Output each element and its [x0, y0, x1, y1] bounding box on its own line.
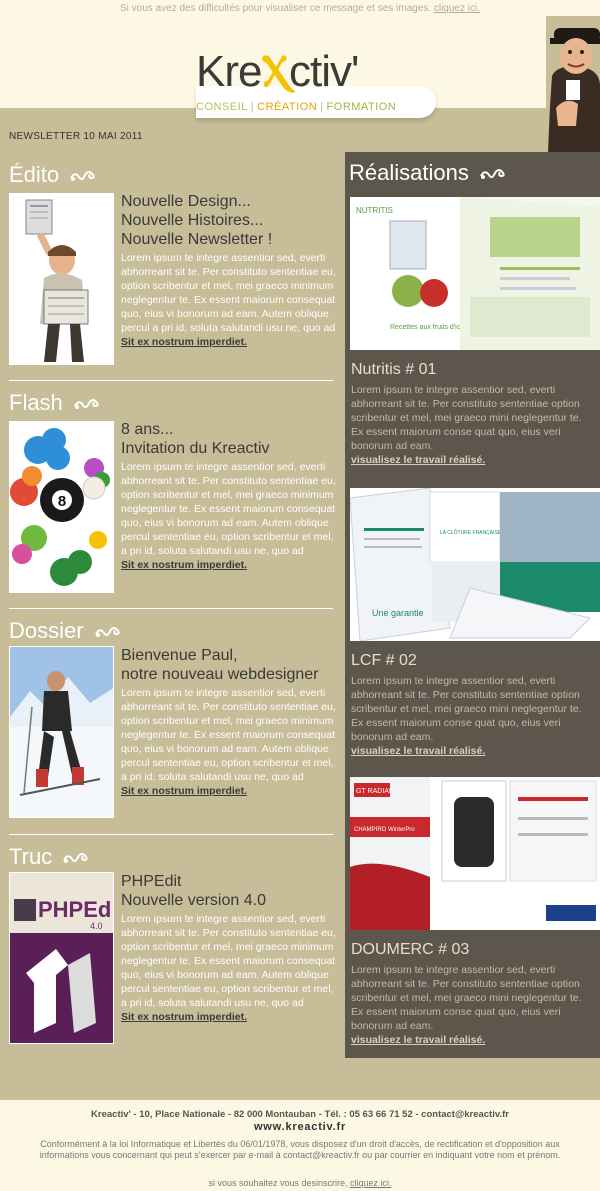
top-notice-text: Si vous avez des difficultés pour visual… [120, 3, 432, 14]
edito-thumbnail [9, 193, 114, 365]
section-title: Édito [9, 162, 99, 188]
section-title: Dossier [9, 618, 124, 644]
project-description: Lorem ipsum te integre assentior sed, ev… [351, 963, 595, 1047]
svg-text:CHAMPIRO WinterPro: CHAMPIRO WinterPro [354, 827, 415, 833]
project-image[interactable]: NUTRITIS Recettes aux fruits d'ici [350, 197, 600, 350]
edito-content: Nouvelle Design... Nouvelle Histoires...… [121, 192, 341, 349]
flash-headline-2: Invitation du Kreactiv [121, 440, 270, 457]
truc-read-more-link[interactable]: Sit ex nostrum imperdiet. [121, 1010, 341, 1024]
realisations-column: Réalisations NUTRITIS Recettes aux fruit… [345, 152, 600, 1058]
footer-legal-notice: Conformément à la loi Informatique et Li… [39, 1139, 561, 1160]
project-view-link[interactable]: visualisez le travail réalisé. [351, 744, 595, 758]
realisations-title: Réalisations [349, 160, 509, 186]
project-title: LCF # 02 [351, 652, 417, 669]
footer-unsubscribe: si vous souhaitez vous desinscrire, cliq… [208, 1178, 392, 1188]
project-view-link[interactable]: visualisez le travail réalisé. [351, 1033, 595, 1047]
project-view-link[interactable]: visualisez le travail réalisé. [351, 453, 595, 467]
flash-read-more-link[interactable]: Sit ex nostrum imperdiet. [121, 558, 341, 572]
svg-text:LA CLÔTURE FRANÇAISE: LA CLÔTURE FRANÇAISE [440, 529, 502, 536]
swirl-ornament-icon [70, 171, 95, 182]
svg-text:GT RADIAL: GT RADIAL [356, 788, 393, 795]
edito-headline-1: Nouvelle Design... [121, 193, 251, 210]
truc-headline-1: PHPEdit [121, 873, 182, 890]
footer-website-link[interactable]: www.kreactiv.fr [0, 1121, 600, 1133]
dossier-body: Lorem ipsum te integre assentior sed, ev… [121, 687, 336, 783]
edito-body: Lorem ipsum te integre assentior sed, ev… [121, 252, 336, 334]
mascot-illustration [546, 16, 600, 152]
swirl-ornament-icon [94, 627, 120, 638]
project-description: Lorem ipsum te integre assentior sed, ev… [351, 674, 595, 758]
truc-headline-2: Nouvelle version 4.0 [121, 892, 266, 909]
svg-text:NUTRITIS: NUTRITIS [356, 206, 393, 215]
edito-read-more-link[interactable]: Sit ex nostrum imperdiet. [121, 335, 341, 349]
section-divider [9, 608, 333, 609]
left-column: Édito Nouvelle Design... Nouvelle Histoi… [0, 152, 345, 1058]
svg-text:Recettes aux fruits d'ici: Recettes aux fruits d'ici [390, 324, 462, 331]
flash-thumbnail: 8 [9, 421, 114, 593]
footer-address: Kreactiv' - 10, Place Nationale - 82 000… [91, 1109, 509, 1120]
dossier-headline-2: notre nouveau webdesigner [121, 666, 319, 683]
edito-headline-2: Nouvelle Histoires... [121, 212, 264, 229]
section-title: Truc [9, 844, 92, 870]
project-title: DOUMERC # 03 [351, 941, 470, 958]
swirl-ornament-icon [74, 399, 99, 410]
project-title: Nutritis # 01 [351, 361, 437, 378]
main-content: Édito Nouvelle Design... Nouvelle Histoi… [0, 152, 600, 1058]
newsletter-date: NEWSLETTER 10 MAI 2011 [9, 131, 143, 142]
top-notice-link[interactable]: cliquez ici. [434, 3, 480, 14]
logo[interactable]: KreⲬctiv' CONSEIL | CRÉATION | FORMATION [196, 46, 436, 126]
truc-content: PHPEdit Nouvelle version 4.0 Lorem ipsum… [121, 872, 341, 1024]
section-divider [9, 380, 333, 381]
svg-text:Une garantie: Une garantie [372, 608, 424, 618]
dossier-thumbnail [9, 646, 114, 818]
footer-spacer [0, 1058, 600, 1100]
footer: Kreactiv' - 10, Place Nationale - 82 000… [0, 1100, 600, 1191]
project-image[interactable]: Une garantie LA CLÔTURE FRANÇAISE [350, 488, 600, 641]
dossier-read-more-link[interactable]: Sit ex nostrum imperdiet. [121, 784, 341, 798]
swirl-ornament-icon [63, 853, 88, 864]
phpedit-logo-text: PHPEd [38, 897, 111, 922]
swirl-ornament-icon [480, 169, 505, 180]
unsubscribe-link[interactable]: cliquez ici. [350, 1178, 392, 1188]
truc-thumbnail: PHPEd 4.0 [9, 872, 114, 1044]
dossier-content: Bienvenue Paul, notre nouveau webdesigne… [121, 646, 341, 798]
project-image[interactable]: GT RADIAL CHAMPIRO WinterPro [350, 777, 600, 930]
phpedit-version-text: 4.0 [90, 921, 103, 931]
flash-headline-1: 8 ans... [121, 421, 174, 438]
flash-content: 8 ans... Invitation du Kreactiv Lorem ip… [121, 420, 341, 572]
logo-wordmark: KreⲬctiv' [196, 47, 359, 96]
section-title: Flash [9, 390, 103, 416]
project-description: Lorem ipsum te integre assentior sed, ev… [351, 383, 595, 467]
top-notice: Si vous avez des difficultés pour visual… [0, 0, 600, 22]
section-divider [9, 834, 333, 835]
dossier-headline-1: Bienvenue Paul, [121, 647, 238, 664]
truc-body: Lorem ipsum te integre assentior sed, ev… [121, 913, 336, 1009]
logo-tagline: CONSEIL | CRÉATION | FORMATION [196, 101, 397, 113]
svg-text:8: 8 [58, 493, 66, 510]
edito-headline-3: Nouvelle Newsletter ! [121, 231, 273, 248]
flash-body: Lorem ipsum te integre assentior sed, ev… [121, 461, 336, 557]
